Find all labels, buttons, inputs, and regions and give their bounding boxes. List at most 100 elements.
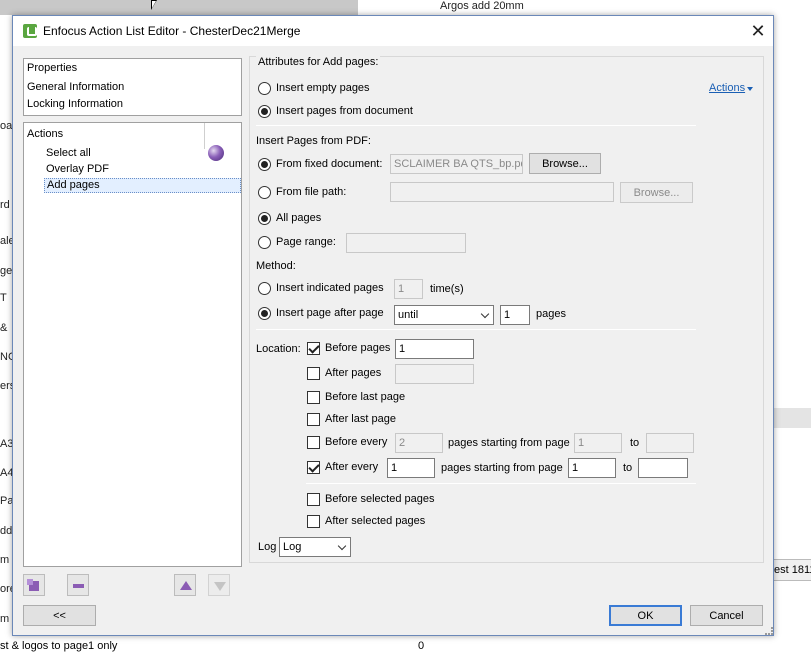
before-every-to-field[interactable] — [646, 433, 694, 453]
after-selected-pages-checkbox[interactable] — [307, 515, 320, 528]
before-last-page-checkbox[interactable] — [307, 391, 320, 404]
file-path-field[interactable] — [390, 182, 614, 202]
before-every-label: Before every — [325, 436, 388, 448]
insert-empty-pages-radio[interactable] — [258, 82, 271, 95]
before-pages-checkbox[interactable] — [307, 342, 320, 355]
dialog-titlebar: Enfocus Action List Editor - ChesterDec2… — [13, 16, 773, 46]
actions-list-panel: Actions Select all Overlay PDF Add pages — [23, 122, 242, 567]
insert-page-after-page-radio[interactable] — [258, 307, 271, 320]
after-pages-checkbox[interactable] — [307, 367, 320, 380]
insert-indicated-pages-label: Insert indicated pages — [276, 282, 384, 294]
chevron-down-icon — [747, 87, 753, 91]
after-selected-pages-label: After selected pages — [325, 515, 426, 527]
background-bottom-row: st & logos to page1 only 0 — [0, 636, 811, 655]
separator — [256, 329, 696, 330]
after-every-to-field[interactable] — [638, 458, 688, 478]
action-list-editor-dialog: Enfocus Action List Editor - ChesterDec2… — [12, 15, 774, 636]
after-every-checkbox[interactable] — [307, 461, 320, 474]
after-every-pages-starting-label: pages starting from page — [441, 462, 563, 474]
from-file-path-label: From file path: — [276, 186, 347, 198]
after-mode-select[interactable]: until — [394, 305, 494, 325]
fixed-document-field[interactable]: SCLAIMER BA QTS_bp.pdf — [390, 154, 523, 174]
attributes-group-title: Attributes for Add pages: — [256, 56, 381, 68]
insert-indicated-pages-radio[interactable] — [258, 282, 271, 295]
actions-header: Actions — [27, 128, 64, 140]
before-every-field[interactable]: 2 — [395, 433, 443, 453]
properties-header: Properties — [27, 62, 78, 74]
before-every-start-field[interactable]: 1 — [574, 433, 622, 453]
after-last-page-label: After last page — [325, 413, 396, 425]
insert-page-after-page-label: Insert page after page — [276, 307, 384, 319]
properties-item-general-information[interactable]: General Information — [27, 81, 124, 93]
close-icon[interactable]: ✕ — [747, 20, 769, 42]
before-every-to-label: to — [630, 437, 640, 449]
from-file-path-radio[interactable] — [258, 186, 271, 199]
insert-from-pdf-heading: Insert Pages from PDF: — [256, 135, 371, 147]
before-last-page-label: Before last page — [325, 391, 406, 403]
log-select[interactable]: Log — [279, 537, 351, 557]
page-range-field[interactable] — [346, 233, 466, 253]
before-selected-pages-label: Before selected pages — [325, 493, 435, 505]
after-count-field[interactable]: 1 — [500, 305, 530, 325]
dialog-title: Enfocus Action List Editor - ChesterDec2… — [43, 24, 301, 38]
pages-unit-label: pages — [536, 308, 566, 320]
background-list-item: Argos add 20mm — [440, 0, 524, 12]
log-label: Log — [258, 541, 277, 553]
action-item-overlay-pdf[interactable]: Overlay PDF — [46, 163, 109, 175]
before-selected-pages-checkbox[interactable] — [307, 493, 320, 506]
before-every-pages-starting-label: pages starting from page — [448, 437, 570, 449]
move-up-arrow-icon[interactable] — [174, 574, 196, 596]
location-label: Location: — [256, 343, 301, 355]
page-range-radio[interactable] — [258, 236, 271, 249]
before-pages-field[interactable]: 1 — [395, 339, 474, 359]
times-label: time(s) — [430, 283, 464, 295]
separator — [306, 483, 696, 484]
background-window-titlebar — [0, 0, 358, 15]
after-every-start-field[interactable]: 1 — [568, 458, 616, 478]
before-every-checkbox[interactable] — [307, 436, 320, 449]
page-range-label: Page range: — [276, 236, 336, 248]
move-down-arrow-icon[interactable] — [208, 574, 230, 596]
from-fixed-document-label: From fixed document: — [276, 158, 383, 170]
after-every-field[interactable]: 1 — [387, 458, 435, 478]
add-action-button[interactable] — [23, 574, 45, 596]
background-bottom-text: st & logos to page1 only — [0, 640, 118, 652]
background-left-fragment: m — [0, 613, 10, 625]
before-pages-label: Before pages — [325, 342, 391, 354]
ok-button[interactable]: OK — [609, 605, 682, 626]
browse-fixed-document-button[interactable]: Browse... — [529, 153, 601, 174]
background-left-fragment: oa — [0, 120, 13, 132]
all-pages-label: All pages — [276, 212, 322, 224]
insert-pages-from-document-radio[interactable] — [258, 105, 271, 118]
properties-item-locking-information[interactable]: Locking Information — [27, 98, 123, 110]
actions-header-divider — [204, 123, 205, 149]
after-pages-field[interactable] — [395, 364, 474, 384]
chevron-down-icon — [480, 309, 490, 319]
after-last-page-checkbox[interactable] — [307, 413, 320, 426]
actions-menu-link[interactable]: Actions — [709, 82, 745, 94]
background-left-fragment: & — [0, 322, 8, 334]
back-button[interactable]: << — [23, 605, 96, 626]
background-bottom-number: 0 — [418, 640, 425, 652]
mouse-pointer-icon — [151, 0, 157, 10]
background-left-fragment: rd — [0, 199, 10, 211]
browse-file-path-button[interactable]: Browse... — [620, 182, 693, 203]
resize-grip-icon[interactable] — [765, 627, 773, 635]
from-fixed-document-radio[interactable] — [258, 158, 271, 171]
insert-empty-pages-label: Insert empty pages — [276, 82, 370, 94]
cancel-button[interactable]: Cancel — [690, 605, 763, 626]
background-left-list: oa rd ale ges T & NG ers A3 A4 Pa ddo m ore m — [0, 15, 18, 655]
attributes-group: Attributes for Add pages: Actions Insert… — [249, 56, 764, 563]
indicated-count-field[interactable]: 1 — [394, 279, 423, 299]
action-item-add-pages[interactable]: Add pages — [44, 178, 241, 193]
all-pages-radio[interactable] — [258, 212, 271, 225]
background-right-strip — [774, 408, 811, 428]
method-heading: Method: — [256, 260, 296, 272]
after-every-label: After every — [325, 461, 379, 473]
remove-action-button[interactable] — [67, 574, 89, 596]
after-pages-label: After pages — [325, 367, 382, 379]
background-left-fragment: m — [0, 554, 10, 566]
properties-panel: Properties General Information Locking I… — [23, 58, 242, 116]
action-item-select-all[interactable]: Select all — [46, 147, 91, 159]
after-every-to-label: to — [623, 462, 633, 474]
